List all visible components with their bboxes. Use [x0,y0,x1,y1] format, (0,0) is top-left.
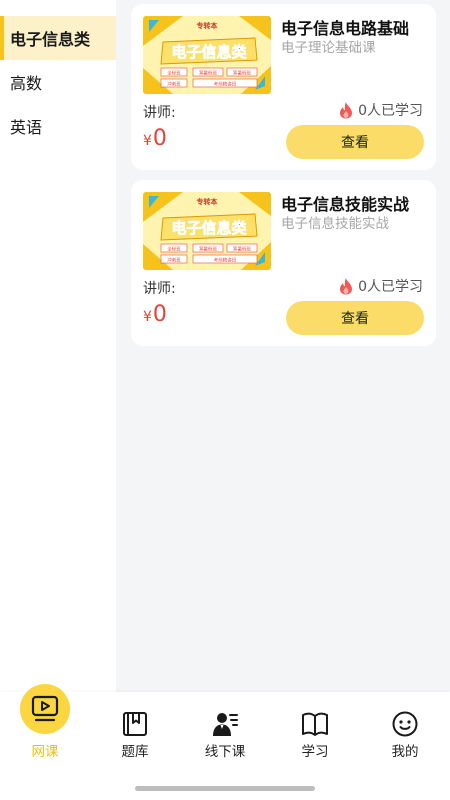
course-card[interactable]: 专转本 电子信息类 全程班 寒暑假班 寒暑假班 冲刺班 考前精讲班 电子信息技能… [131,180,436,346]
sidebar-item-english[interactable]: 英语 [0,104,116,148]
thumb-badge: 专转本 [197,197,218,206]
course-card[interactable]: 专转本 电子信息类 全程班 寒暑假班 寒暑假班 冲刺班 考前精讲班 电子信息电路… [131,4,436,170]
learner-count-text: 0人已学习 [358,279,423,295]
tab-question-bank[interactable]: 题库 [90,692,180,764]
learner-count: 0人已学习 [338,276,423,296]
teacher-label: 讲师: [143,105,176,121]
bottom-tab-bar: 网课 题库 线下课 学习 我的 [0,684,450,800]
category-sidebar: 电子信息类 高数 英语 [0,0,116,692]
flame-icon [340,278,353,295]
tab-online-course[interactable]: 网课 [0,684,90,764]
thumb-headline: 电子信息类 [171,219,247,237]
thumb-tag: 冲刺班 [167,257,181,264]
course-thumbnail[interactable]: 专转本 电子信息类 全程班 寒暑假班 寒暑假班 冲刺班 考前精讲班 [143,192,271,270]
learner-count: 0人已学习 [338,100,423,120]
active-tab-bubble [20,684,70,734]
currency-symbol: ¥ [143,133,152,149]
thumb-tag: 全程班 [167,70,181,77]
view-course-button[interactable]: 查看 [286,301,424,335]
open-book-icon [302,712,328,736]
view-course-button[interactable]: 查看 [286,125,424,159]
course-thumbnail-graphic: 专转本 电子信息类 全程班 寒暑假班 寒暑假班 冲刺班 考前精讲班 [143,16,271,94]
sidebar-item-math[interactable]: 高数 [0,60,116,104]
thumb-tag: 全程班 [167,246,181,253]
flame-icon [340,102,353,119]
price-amount: 0 [152,126,167,151]
course-thumbnail[interactable]: 专转本 电子信息类 全程班 寒暑假班 寒暑假班 冲刺班 考前精讲班 [143,16,271,94]
smile-icon [392,711,418,737]
thumb-tag: 寒暑假班 [233,246,251,253]
tab-label: 网课 [31,744,59,760]
bookmark-book-icon [123,712,147,736]
sidebar-item-electronic-info[interactable]: 电子信息类 [0,16,116,60]
thumb-badge: 专转本 [197,21,218,30]
tab-label: 学习 [301,744,329,760]
learner-count-text: 0人已学习 [358,103,423,119]
course-subtitle: 电子信息技能实战 [281,216,389,232]
tab-offline-course[interactable]: 线下课 [180,692,270,764]
sidebar-item-label: 高数 [10,74,43,93]
currency-symbol: ¥ [143,309,152,325]
sidebar-item-label: 电子信息类 [10,30,91,49]
app-screen: 电子信息类 高数 英语 专转本 电子信息类 全程班 寒暑假班 寒暑假班 冲刺班 … [0,0,450,800]
thumb-tag: 寒暑假班 [199,70,217,77]
price-amount: 0 [152,302,167,327]
thumb-tag: 寒暑假班 [233,70,251,77]
course-price: ¥ 0 [143,302,167,327]
tab-label: 题库 [121,744,149,760]
course-subtitle: 电子理论基础课 [281,40,376,56]
teacher-icon [213,713,238,736]
teacher-label: 讲师: [143,281,176,297]
tab-label: 线下课 [204,744,246,760]
thumb-tag: 冲刺班 [167,81,181,88]
sidebar-item-label: 英语 [10,118,43,137]
thumb-tag: 考前精讲班 [214,257,237,264]
course-price: ¥ 0 [143,126,167,151]
tab-profile[interactable]: 我的 [360,692,450,764]
video-icon [31,695,59,722]
tab-study[interactable]: 学习 [270,692,360,764]
tab-label: 我的 [391,744,419,760]
home-indicator[interactable] [135,786,315,791]
thumb-headline: 电子信息类 [171,43,247,61]
thumb-tag: 寒暑假班 [199,246,217,253]
course-thumbnail-graphic: 专转本 电子信息类 全程班 寒暑假班 寒暑假班 冲刺班 考前精讲班 [143,192,271,270]
thumb-tag: 考前精讲班 [214,81,237,88]
